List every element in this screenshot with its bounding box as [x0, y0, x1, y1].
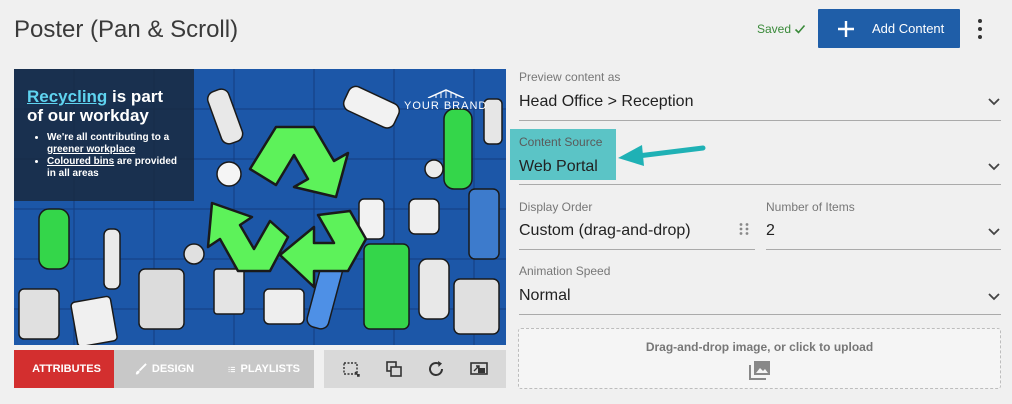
- crop-icon[interactable]: [341, 359, 361, 379]
- poster-preview: Recycling is part of our workday We're a…: [14, 69, 506, 345]
- editor-tabs: ATTRIBUTES DESIGN PLAYLISTS: [14, 350, 314, 388]
- number-items-value[interactable]: 2: [766, 222, 775, 240]
- chevron-down-icon[interactable]: [987, 162, 1001, 172]
- check-icon: [794, 24, 806, 34]
- preview-as-label: Preview content as: [519, 70, 621, 84]
- animation-speed-value[interactable]: Normal: [519, 287, 571, 305]
- saved-status: Saved: [757, 22, 806, 36]
- image-upload-dropzone[interactable]: Drag-and-drop image, or click to upload: [518, 328, 1001, 389]
- content-source-underline: [519, 184, 1001, 185]
- number-items-label: Number of Items: [766, 200, 855, 214]
- chevron-down-icon[interactable]: [987, 227, 1001, 237]
- preview-as-underline: [519, 120, 1001, 121]
- animation-speed-underline: [519, 314, 1001, 315]
- page-title: Poster (Pan & Scroll): [14, 16, 239, 43]
- preview-as-value[interactable]: Head Office > Reception: [519, 93, 693, 111]
- tab-attributes[interactable]: ATTRIBUTES: [14, 350, 114, 388]
- display-order-underline: [519, 249, 755, 250]
- poster-text-panel: Recycling is part of our workday We're a…: [14, 69, 194, 201]
- poster-bullet: Coloured bins are provided in all areas: [47, 156, 182, 179]
- cast-icon[interactable]: [469, 359, 489, 379]
- content-source-label: Content Source: [519, 135, 603, 149]
- saved-label: Saved: [757, 22, 792, 36]
- animation-speed-label: Animation Speed: [519, 264, 611, 278]
- image-icon: [748, 361, 770, 380]
- display-order-value[interactable]: Custom (drag-and-drop): [519, 222, 691, 240]
- tab-attributes-label: ATTRIBUTES: [32, 363, 101, 375]
- number-items-underline: [766, 249, 1001, 250]
- callout-arrow-icon: [618, 145, 706, 166]
- chevron-down-icon[interactable]: [987, 97, 1001, 107]
- display-order-label: Display Order: [519, 200, 593, 214]
- add-content-button[interactable]: Add Content: [818, 9, 960, 48]
- brush-icon: [135, 362, 147, 375]
- chevron-down-icon[interactable]: [987, 292, 1001, 302]
- poster-headline: Recycling is part of our workday: [27, 87, 182, 125]
- tab-playlists[interactable]: PLAYLISTS: [214, 350, 314, 388]
- list-icon: [228, 366, 235, 372]
- layers-icon[interactable]: [384, 359, 404, 379]
- poster-bullet: We're all contributing to a greener work…: [47, 132, 182, 155]
- preview-toolbar: [324, 350, 506, 388]
- tab-playlists-label: PLAYLISTS: [240, 363, 301, 375]
- upload-text: Drag-and-drop image, or click to upload: [645, 340, 874, 354]
- tab-design-label: DESIGN: [151, 363, 195, 375]
- tab-design[interactable]: DESIGN: [114, 350, 214, 388]
- add-content-label: Add Content: [872, 21, 945, 36]
- poster-headline-highlight: Recycling: [27, 87, 108, 106]
- brand-logo: YOUR BRAND: [404, 89, 487, 112]
- drag-handle-icon: [739, 223, 749, 235]
- poster-bullets: We're all contributing to a greener work…: [27, 132, 182, 179]
- refresh-icon[interactable]: [426, 359, 446, 379]
- more-options-icon[interactable]: [972, 16, 988, 42]
- plus-icon: [838, 20, 854, 37]
- content-source-value[interactable]: Web Portal: [519, 158, 598, 176]
